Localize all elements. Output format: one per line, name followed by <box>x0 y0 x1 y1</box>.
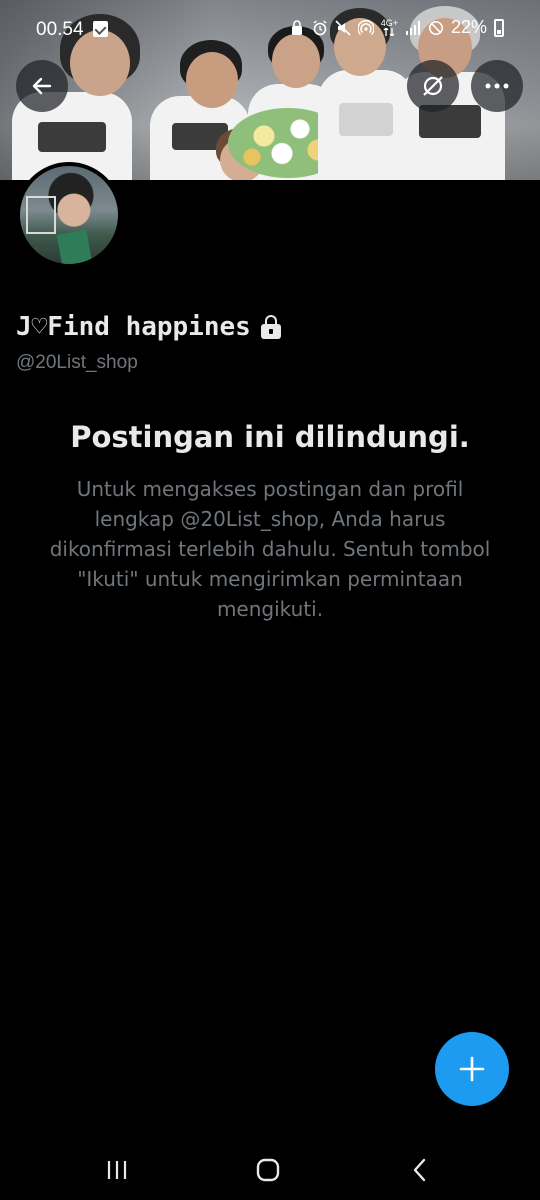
profile-avatar[interactable] <box>16 162 122 268</box>
signal-icon <box>405 20 420 35</box>
lock-icon <box>260 315 281 339</box>
lock-screen-icon <box>291 19 302 35</box>
refresh-button[interactable] <box>407 60 459 112</box>
status-icons: 4G+ 22% <box>289 17 504 38</box>
avatar-scarf-detail <box>56 229 94 264</box>
arrow-left-icon <box>32 77 52 95</box>
home-button[interactable] <box>243 1145 293 1195</box>
avatar-background-detail <box>26 196 56 234</box>
compose-post-button[interactable] <box>435 1032 509 1106</box>
network-type-label: 4G+ <box>381 19 398 36</box>
profile-handle: @20List_shop <box>16 352 138 373</box>
status-time: 00.54 <box>36 19 84 40</box>
more-options-button[interactable] <box>471 60 523 112</box>
status-bar: 00.54 4G+ 22% <box>0 0 540 60</box>
protected-description: Untuk mengakses postingan dan profil len… <box>49 477 491 621</box>
back-icon <box>413 1158 426 1182</box>
refresh-disabled-icon <box>423 76 443 96</box>
checklist-notification-icon <box>93 21 108 37</box>
do-not-disturb-icon <box>428 20 443 35</box>
system-back-button[interactable] <box>395 1145 445 1195</box>
recent-apps-icon <box>107 1161 127 1179</box>
plus-icon <box>459 1056 485 1082</box>
protected-title: Postingan ini dilindungi. <box>70 420 470 454</box>
alarm-icon <box>313 19 327 35</box>
system-navigation-bar <box>0 1135 540 1200</box>
battery-icon <box>494 18 504 37</box>
back-button[interactable] <box>16 60 68 112</box>
display-name-text: J♡Find happines <box>16 312 251 342</box>
network-arrows-icon <box>383 28 395 36</box>
banner-person <box>186 52 238 108</box>
home-icon <box>256 1158 280 1182</box>
recent-apps-button[interactable] <box>92 1145 142 1195</box>
hotspot-icon <box>357 19 374 35</box>
battery-percent: 22% <box>450 17 487 37</box>
mute-icon <box>335 19 351 36</box>
profile-display-name: J♡Find happines <box>16 312 281 342</box>
more-horizontal-icon <box>485 83 509 89</box>
